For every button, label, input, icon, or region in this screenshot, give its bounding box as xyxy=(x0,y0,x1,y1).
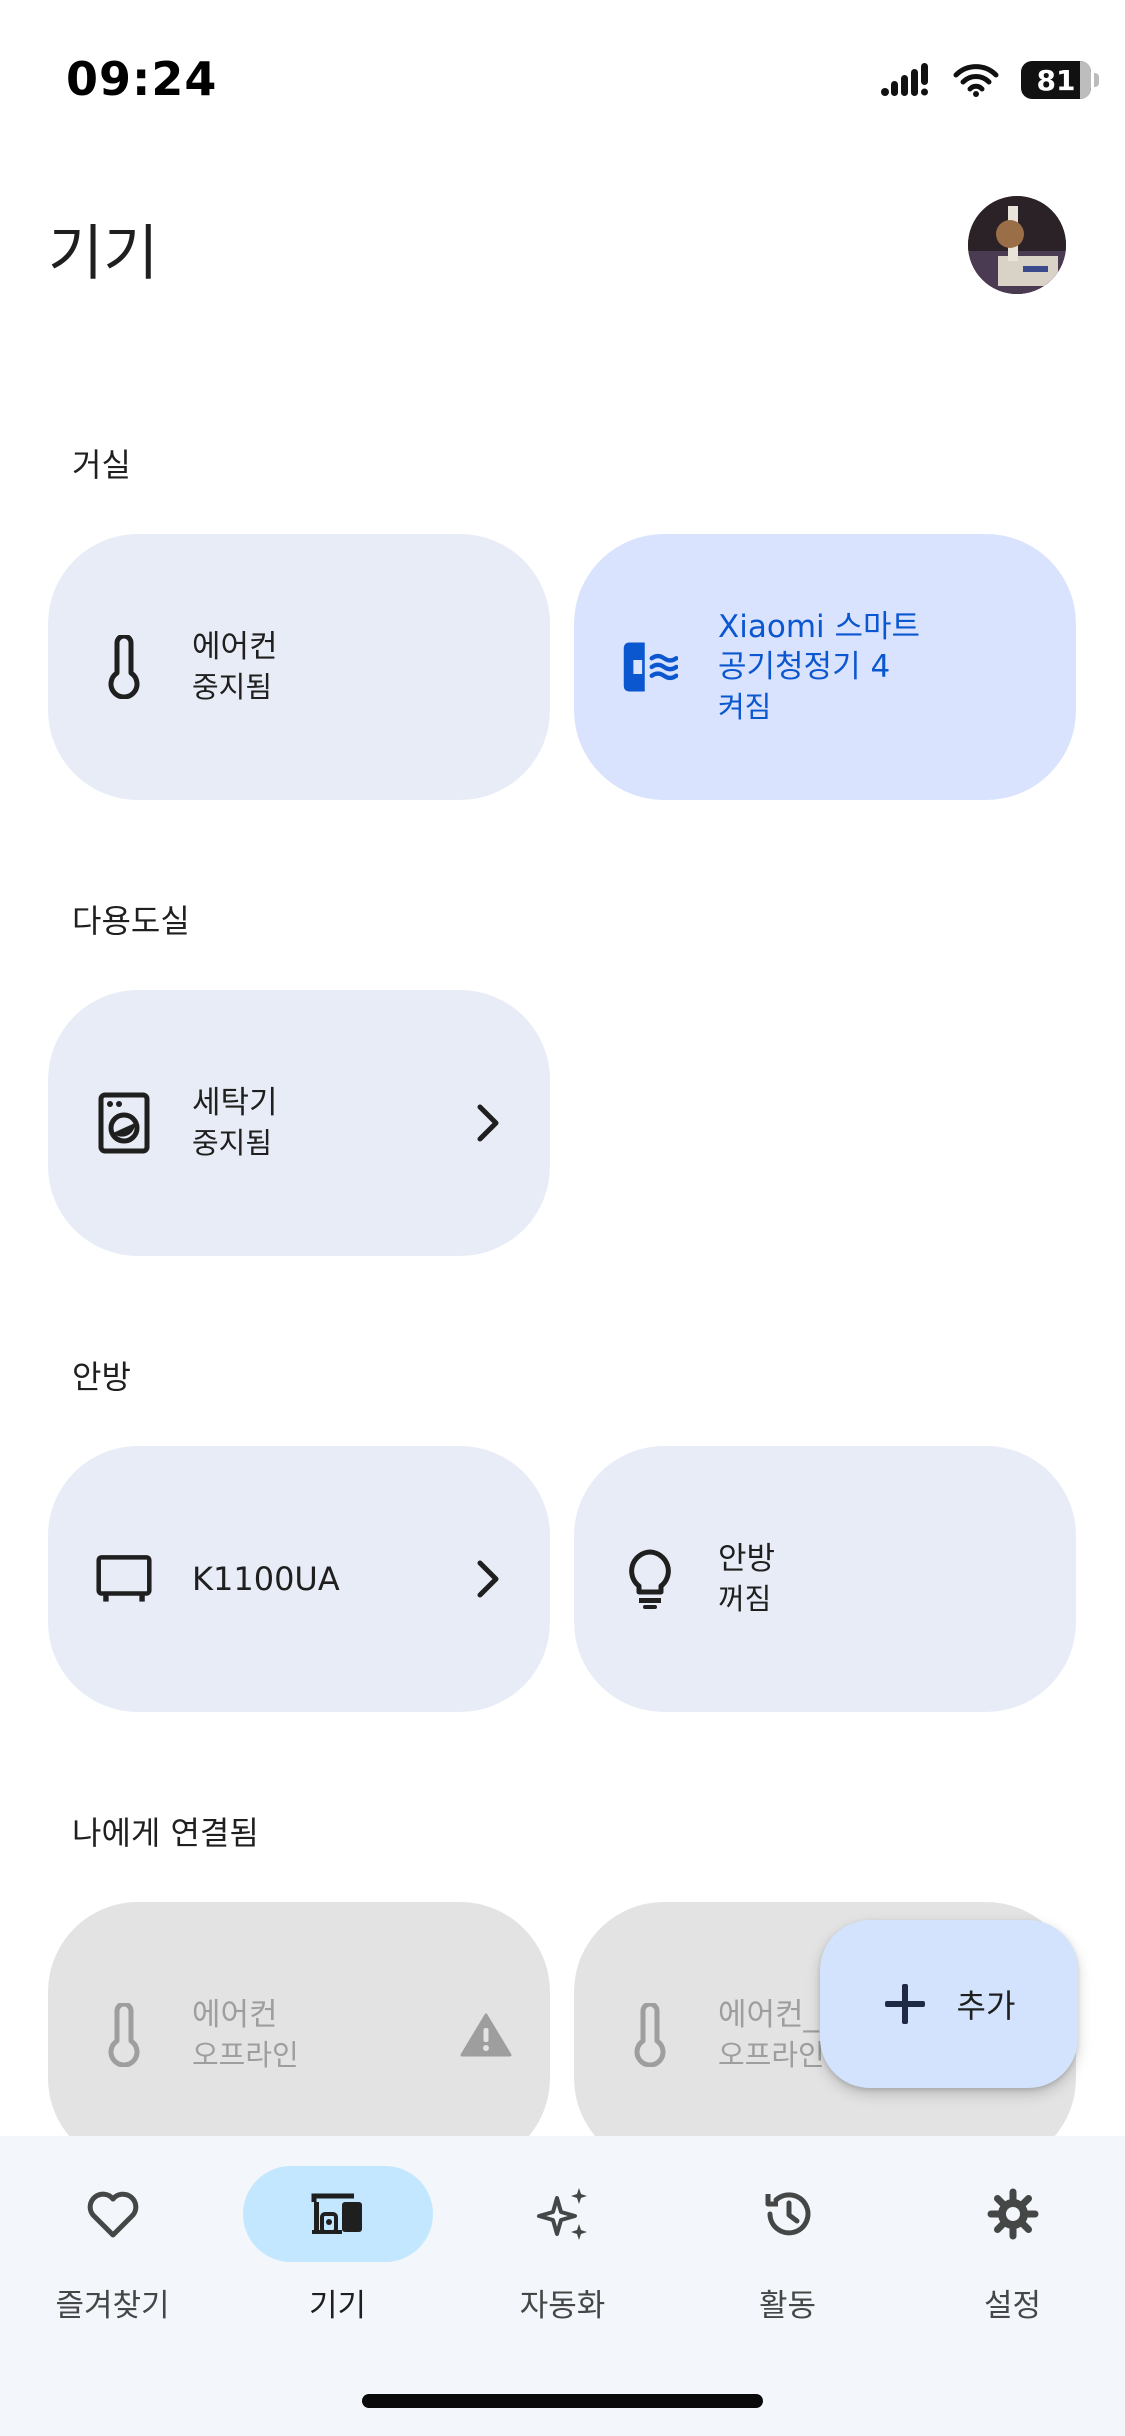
device-card-light[interactable]: 안방 꺼짐 xyxy=(574,1446,1076,1712)
thermometer-icon xyxy=(96,2003,152,2067)
battery-level: 81 xyxy=(1036,63,1076,97)
devices-screen: 09:24 81 기기 거실 에어컨 중지됨 Xiaomi 스마트 공기청정기 … xyxy=(0,0,1125,2436)
cellular-signal-icon xyxy=(881,63,928,96)
nav-favorites[interactable]: 즐겨찾기 xyxy=(0,2166,225,2326)
heart-icon xyxy=(87,2191,138,2238)
home-indicator xyxy=(362,2394,763,2408)
thermometer-icon xyxy=(96,635,152,699)
device-status: 꺼짐 xyxy=(718,1582,772,1616)
chevron-right-icon xyxy=(477,1560,499,1598)
status-bar: 09:24 81 xyxy=(0,0,1125,150)
gear-icon xyxy=(987,2188,1038,2240)
warning-icon xyxy=(460,2013,512,2057)
nav-activity[interactable]: 활동 xyxy=(675,2166,900,2326)
tv-icon xyxy=(96,1547,152,1611)
bottom-navigation: 즐겨찾기 기기 자동화 활동 설정 xyxy=(0,2136,1125,2436)
device-status: 오프라인 xyxy=(718,2038,825,2072)
plus-icon xyxy=(884,1984,925,2024)
page-title: 기기 xyxy=(48,219,159,289)
device-status: 켜짐 xyxy=(718,690,772,724)
device-name: 에어컨 xyxy=(192,1997,278,2033)
device-card-washer[interactable]: 세탁기 중지됨 xyxy=(48,990,550,1256)
device-name: 에어컨_ xyxy=(718,1997,820,2033)
status-icons: 81 xyxy=(881,60,1099,100)
status-time: 09:24 xyxy=(66,52,218,106)
nav-settings[interactable]: 설정 xyxy=(900,2166,1125,2326)
nav-label: 설정 xyxy=(983,2288,1042,2324)
lightbulb-icon xyxy=(622,1547,678,1611)
device-name-line2: 공기청정기 4 xyxy=(718,649,891,685)
nav-label: 활동 xyxy=(758,2288,817,2324)
room-label-master-bedroom: 안방 xyxy=(72,1358,131,1396)
nav-label: 즐겨찾기 xyxy=(55,2288,170,2324)
thermometer-icon xyxy=(622,2003,678,2067)
room-label-living-room: 거실 xyxy=(72,446,131,484)
battery-indicator: 81 xyxy=(1021,61,1099,99)
chevron-right-icon xyxy=(477,1104,499,1142)
add-device-button[interactable]: 추가 xyxy=(820,1920,1078,2088)
room-label-linked-to-me: 나에게 연결됨 xyxy=(72,1814,259,1852)
sparkle-icon xyxy=(536,2188,587,2240)
avatar[interactable] xyxy=(968,196,1066,294)
device-card-air-conditioner[interactable]: 에어컨 중지됨 xyxy=(48,534,550,800)
device-name: K1100UA xyxy=(192,1560,340,1598)
device-name: 세탁기 xyxy=(192,1085,278,1121)
nav-automations[interactable]: 자동화 xyxy=(450,2166,675,2326)
device-status: 중지됨 xyxy=(192,1126,273,1160)
nav-label: 자동화 xyxy=(519,2288,606,2324)
devices-icon xyxy=(311,2193,362,2234)
device-card-offline-ac-1[interactable]: 에어컨 오프라인 xyxy=(48,1902,550,2168)
device-status: 중지됨 xyxy=(192,670,273,704)
washer-icon xyxy=(96,1091,152,1155)
device-name: Xiaomi 스마트 xyxy=(718,609,921,645)
device-status: 오프라인 xyxy=(192,2038,299,2072)
add-button-label: 추가 xyxy=(956,1987,1016,2025)
history-icon xyxy=(765,2192,810,2236)
wifi-icon xyxy=(953,64,999,97)
nav-devices[interactable]: 기기 xyxy=(225,2166,450,2326)
device-card-tv[interactable]: K1100UA xyxy=(48,1446,550,1712)
device-card-air-purifier[interactable]: Xiaomi 스마트 공기청정기 4 켜짐 xyxy=(574,534,1076,800)
nav-label: 기기 xyxy=(308,2288,367,2324)
air-purifier-icon xyxy=(622,635,678,699)
device-name: 안방 xyxy=(718,1541,776,1577)
device-name: 에어컨 xyxy=(192,629,278,665)
room-label-utility-room: 다용도실 xyxy=(72,902,190,940)
